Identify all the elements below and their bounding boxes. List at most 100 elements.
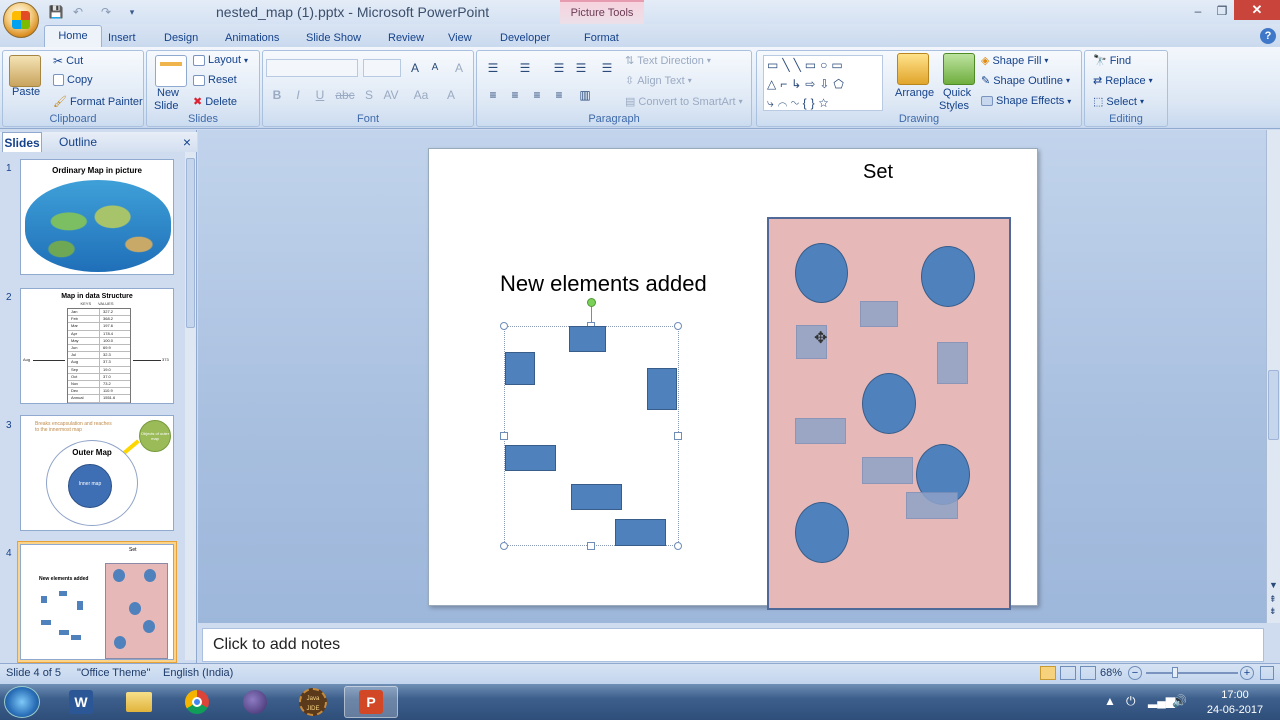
taskbar-jide[interactable]: Java JIDE	[286, 686, 340, 718]
main-scrollbar[interactable]: ▼ ⇞ ⇟	[1266, 130, 1280, 623]
reset-button[interactable]: Reset	[193, 74, 237, 86]
convert-smartart-button[interactable]: ▤ Convert to SmartArt ▾	[625, 95, 743, 109]
resize-handle-tl[interactable]	[500, 322, 508, 330]
set-title[interactable]: Set	[863, 161, 893, 184]
tab-design[interactable]: Design	[164, 28, 198, 48]
italic-button[interactable]: I	[288, 86, 308, 104]
align-center-icon[interactable]: ≡	[505, 86, 525, 104]
resize-handle-r[interactable]	[674, 432, 682, 440]
taskbar-clock[interactable]: 17:00 24-06-2017	[1200, 688, 1270, 718]
customize-qat-icon[interactable]: ▾	[124, 4, 140, 20]
next-slide-icon[interactable]: ⇟	[1269, 606, 1277, 617]
slide-thumbnail-4[interactable]: Set New elements added	[20, 544, 174, 660]
network-icon[interactable]: ▂▄▆	[1148, 694, 1175, 708]
new-element-rect-4[interactable]	[505, 445, 556, 471]
tab-animations[interactable]: Animations	[225, 28, 279, 48]
tab-slide-show[interactable]: Slide Show	[306, 28, 361, 48]
layout-button[interactable]: Layout ▾	[193, 54, 248, 66]
tab-format[interactable]: Format	[584, 28, 619, 48]
shadow-button[interactable]: S	[359, 86, 379, 104]
grow-font-icon[interactable]: A	[405, 59, 425, 77]
volume-icon[interactable]: 🔊	[1172, 694, 1187, 708]
new-element-rect-2[interactable]	[505, 352, 535, 385]
tab-developer[interactable]: Developer	[500, 28, 550, 48]
power-icon[interactable]: ⏻	[1126, 694, 1136, 709]
tab-view[interactable]: View	[448, 28, 472, 48]
panel-close-icon[interactable]: ×	[180, 132, 194, 152]
change-case-button[interactable]: Aa	[409, 86, 433, 104]
underline-button[interactable]: U	[310, 86, 330, 104]
new-slide-button[interactable]: New	[157, 87, 179, 99]
tab-slides[interactable]: Slides	[2, 132, 42, 152]
resize-handle-l[interactable]	[500, 432, 508, 440]
shrink-font-icon[interactable]: A	[425, 59, 445, 77]
prev-slide-icon[interactable]: ⇞	[1269, 594, 1277, 605]
strikethrough-button[interactable]: abc	[333, 86, 357, 104]
font-name-box[interactable]	[266, 59, 358, 77]
set-rect-faded-3[interactable]	[937, 342, 968, 384]
columns-icon[interactable]: ▥	[575, 86, 595, 104]
bullets-icon[interactable]: ☰	[483, 59, 503, 77]
taskbar-chrome[interactable]	[170, 686, 224, 718]
set-rect-faded-5[interactable]	[862, 457, 913, 484]
new-element-rect-1[interactable]	[569, 326, 606, 352]
bold-button[interactable]: B	[267, 86, 287, 104]
fit-to-window-icon[interactable]	[1260, 666, 1274, 680]
shapes-gallery[interactable]: ▭╲╲▭○▭ △⌐↳⇨⇩⬠ ⤷⌒∿{}☆	[763, 55, 883, 111]
help-icon[interactable]: ?	[1260, 28, 1276, 44]
minimize-button[interactable]: ‒	[1186, 2, 1210, 20]
align-left-icon[interactable]: ≡	[483, 86, 503, 104]
shape-effects-button[interactable]: Shape Effects ▾	[981, 95, 1071, 107]
set-oval-1[interactable]	[795, 243, 848, 303]
font-color-button[interactable]: A	[441, 86, 461, 104]
clear-format-icon[interactable]: A	[449, 59, 469, 77]
align-right-icon[interactable]: ≡	[527, 86, 547, 104]
panel-scrollbar[interactable]	[185, 152, 196, 660]
normal-view-icon[interactable]	[1040, 666, 1056, 680]
save-icon[interactable]: 💾	[48, 4, 64, 20]
slide-thumbnail-1[interactable]: Ordinary Map in picture	[20, 159, 174, 275]
zoom-slider-thumb[interactable]	[1172, 667, 1178, 678]
char-spacing-button[interactable]: AV	[379, 86, 403, 104]
slide-thumbnail-3[interactable]: Breaks encapsulation and reaches to the …	[20, 415, 174, 531]
increase-indent-icon[interactable]: ☰	[571, 59, 591, 77]
redo-icon[interactable]: ↷	[98, 4, 114, 20]
set-oval-3[interactable]	[862, 373, 916, 434]
copy-button[interactable]: Copy	[53, 74, 93, 86]
start-button[interactable]	[4, 686, 40, 718]
new-element-rect-5[interactable]	[571, 484, 622, 510]
set-oval-5[interactable]	[795, 502, 849, 563]
new-element-rect-3[interactable]	[647, 368, 677, 410]
main-scrollbar-thumb[interactable]	[1268, 370, 1279, 440]
zoom-in-icon[interactable]: +	[1240, 666, 1254, 680]
taskbar-explorer[interactable]	[112, 686, 166, 718]
decrease-indent-icon[interactable]: ☰	[549, 59, 569, 77]
undo-icon[interactable]: ↶	[70, 4, 86, 20]
tab-insert[interactable]: Insert	[108, 28, 136, 48]
office-button[interactable]	[3, 2, 39, 38]
slide-sorter-icon[interactable]	[1060, 666, 1076, 680]
delete-button[interactable]: ✖ Delete	[193, 95, 237, 109]
numbering-icon[interactable]: ☰	[515, 59, 535, 77]
set-rect-faded-6[interactable]	[906, 492, 958, 519]
new-slide-button-2[interactable]: Slide	[154, 100, 178, 112]
resize-handle-br[interactable]	[674, 542, 682, 550]
show-hidden-icons[interactable]: ▲	[1104, 694, 1116, 708]
taskbar-eclipse[interactable]	[228, 686, 282, 718]
slideshow-view-icon[interactable]	[1080, 666, 1096, 680]
taskbar-powerpoint[interactable]: P	[344, 686, 398, 718]
tab-review[interactable]: Review	[388, 28, 424, 48]
quick-styles-button-2[interactable]: Styles	[939, 100, 969, 112]
format-painter-button[interactable]: 🖌 Format Painter	[53, 95, 143, 109]
tab-home[interactable]: Home	[44, 25, 102, 48]
find-button[interactable]: 🔭 Find	[1093, 54, 1131, 68]
new-element-rect-6[interactable]	[615, 519, 666, 546]
arrange-button[interactable]: Arrange	[895, 87, 934, 99]
align-text-button[interactable]: ⇳ Align Text ▾	[625, 74, 692, 88]
slide-thumbnail-2[interactable]: Map in data Structure KEYS VALUES Jan 327.…	[20, 288, 174, 404]
text-direction-button[interactable]: ⇅ Text Direction ▾	[625, 54, 711, 68]
justify-icon[interactable]: ≡	[549, 86, 569, 104]
resize-handle-b[interactable]	[587, 542, 595, 550]
set-rect-faded-4[interactable]	[795, 418, 846, 444]
shape-fill-button[interactable]: ◈ Shape Fill ▾	[981, 54, 1048, 68]
